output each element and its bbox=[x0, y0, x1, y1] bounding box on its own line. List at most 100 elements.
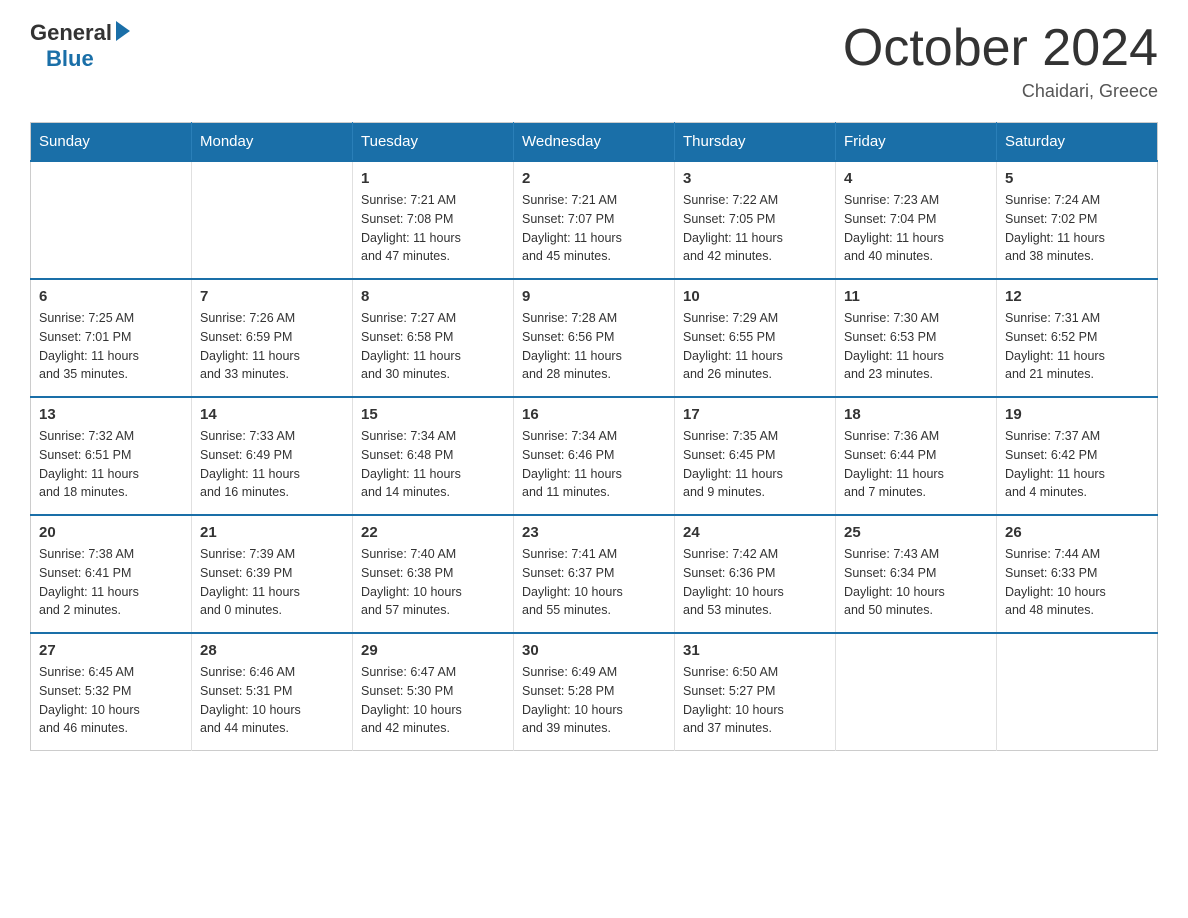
day-number: 24 bbox=[683, 524, 827, 541]
day-number: 7 bbox=[200, 288, 344, 305]
calendar-day-cell: 17Sunrise: 7:35 AM Sunset: 6:45 PM Dayli… bbox=[675, 397, 836, 515]
day-info: Sunrise: 7:34 AM Sunset: 6:46 PM Dayligh… bbox=[522, 427, 666, 502]
day-number: 16 bbox=[522, 406, 666, 423]
calendar-day-cell: 20 Sunrise: 7:38 AM Sunset: 6:41 PM Dayli… bbox=[31, 515, 192, 633]
day-number: 25 bbox=[844, 524, 988, 541]
day-info: Sunrise: 7:39 AM Sunset: 6:39 PM Dayligh… bbox=[200, 545, 344, 620]
calendar-day-cell: 10 Sunrise: 7:29 AM Sunset: 6:55 PM Dayli… bbox=[675, 279, 836, 397]
day-info: Sunrise: 7:34 AM Sunset: 6:48 PM Dayligh… bbox=[361, 427, 505, 502]
day-number: 23 bbox=[522, 524, 666, 541]
day-number: 18 bbox=[844, 406, 988, 423]
calendar-header-cell: Sunday bbox=[31, 123, 192, 162]
calendar-header-cell: Thursday bbox=[675, 123, 836, 162]
calendar-day-cell: 28Sunrise: 6:46 AM Sunset: 5:31 PM Dayli… bbox=[192, 633, 353, 751]
day-info: Sunrise: 7:37 AM Sunset: 6:42 PM Dayligh… bbox=[1005, 427, 1149, 502]
calendar-header: SundayMondayTuesdayWednesdayThursdayFrid… bbox=[31, 123, 1158, 162]
calendar-day-cell: 26Sunrise: 7:44 AM Sunset: 6:33 PM Dayli… bbox=[997, 515, 1158, 633]
calendar-header-cell: Friday bbox=[836, 123, 997, 162]
day-number: 14 bbox=[200, 406, 344, 423]
calendar-day-cell: 1Sunrise: 7:21 AM Sunset: 7:08 PM Daylig… bbox=[353, 161, 514, 279]
month-title: October 2024 bbox=[843, 20, 1158, 77]
calendar-day-cell: 30 Sunrise: 6:49 AM Sunset: 5:28 PM Dayli… bbox=[514, 633, 675, 751]
calendar-day-cell bbox=[31, 161, 192, 279]
calendar-day-cell: 8Sunrise: 7:27 AM Sunset: 6:58 PM Daylig… bbox=[353, 279, 514, 397]
calendar-day-cell: 7 Sunrise: 7:26 AM Sunset: 6:59 PM Daylig… bbox=[192, 279, 353, 397]
day-number: 10 bbox=[683, 288, 827, 305]
calendar-day-cell: 9 Sunrise: 7:28 AM Sunset: 6:56 PM Daylig… bbox=[514, 279, 675, 397]
day-number: 3 bbox=[683, 170, 827, 187]
day-info: Sunrise: 7:31 AM Sunset: 6:52 PM Dayligh… bbox=[1005, 309, 1149, 384]
day-info: Sunrise: 7:38 AM Sunset: 6:41 PM Dayligh… bbox=[39, 545, 183, 620]
calendar-day-cell: 25 Sunrise: 7:43 AM Sunset: 6:34 PM Dayli… bbox=[836, 515, 997, 633]
location-text: Chaidari, Greece bbox=[843, 81, 1158, 102]
day-number: 27 bbox=[39, 642, 183, 659]
day-info: Sunrise: 6:47 AM Sunset: 5:30 PM Dayligh… bbox=[361, 663, 505, 738]
calendar-day-cell: 6 Sunrise: 7:25 AM Sunset: 7:01 PM Daylig… bbox=[31, 279, 192, 397]
calendar-week-row: 27 Sunrise: 6:45 AM Sunset: 5:32 PM Dayli… bbox=[31, 633, 1158, 751]
day-number: 8 bbox=[361, 288, 505, 305]
day-number: 28 bbox=[200, 642, 344, 659]
day-number: 12 bbox=[1005, 288, 1149, 305]
calendar-header-cell: Tuesday bbox=[353, 123, 514, 162]
calendar-table: SundayMondayTuesdayWednesdayThursdayFrid… bbox=[30, 122, 1158, 751]
day-number: 21 bbox=[200, 524, 344, 541]
calendar-day-cell: 29Sunrise: 6:47 AM Sunset: 5:30 PM Dayli… bbox=[353, 633, 514, 751]
day-number: 31 bbox=[683, 642, 827, 659]
day-info: Sunrise: 6:49 AM Sunset: 5:28 PM Dayligh… bbox=[522, 663, 666, 738]
day-info: Sunrise: 7:21 AM Sunset: 7:07 PM Dayligh… bbox=[522, 191, 666, 266]
calendar-day-cell: 2Sunrise: 7:21 AM Sunset: 7:07 PM Daylig… bbox=[514, 161, 675, 279]
calendar-day-cell: 15 Sunrise: 7:34 AM Sunset: 6:48 PM Dayli… bbox=[353, 397, 514, 515]
day-info: Sunrise: 7:29 AM Sunset: 6:55 PM Dayligh… bbox=[683, 309, 827, 384]
day-number: 9 bbox=[522, 288, 666, 305]
day-info: Sunrise: 7:26 AM Sunset: 6:59 PM Dayligh… bbox=[200, 309, 344, 384]
day-number: 30 bbox=[522, 642, 666, 659]
calendar-day-cell: 27 Sunrise: 6:45 AM Sunset: 5:32 PM Dayli… bbox=[31, 633, 192, 751]
day-info: Sunrise: 7:23 AM Sunset: 7:04 PM Dayligh… bbox=[844, 191, 988, 266]
calendar-day-cell: 16 Sunrise: 7:34 AM Sunset: 6:46 PM Dayli… bbox=[514, 397, 675, 515]
day-info: Sunrise: 7:40 AM Sunset: 6:38 PM Dayligh… bbox=[361, 545, 505, 620]
calendar-week-row: 1Sunrise: 7:21 AM Sunset: 7:08 PM Daylig… bbox=[31, 161, 1158, 279]
logo: General Blue bbox=[30, 20, 130, 72]
calendar-day-cell: 4 Sunrise: 7:23 AM Sunset: 7:04 PM Daylig… bbox=[836, 161, 997, 279]
day-info: Sunrise: 7:33 AM Sunset: 6:49 PM Dayligh… bbox=[200, 427, 344, 502]
calendar-day-cell: 22 Sunrise: 7:40 AM Sunset: 6:38 PM Dayli… bbox=[353, 515, 514, 633]
day-number: 19 bbox=[1005, 406, 1149, 423]
page-header: General Blue October 2024 Chaidari, Gree… bbox=[30, 20, 1158, 102]
day-info: Sunrise: 7:36 AM Sunset: 6:44 PM Dayligh… bbox=[844, 427, 988, 502]
calendar-header-cell: Monday bbox=[192, 123, 353, 162]
day-info: Sunrise: 7:32 AM Sunset: 6:51 PM Dayligh… bbox=[39, 427, 183, 502]
calendar-day-cell: 31 Sunrise: 6:50 AM Sunset: 5:27 PM Dayli… bbox=[675, 633, 836, 751]
day-number: 13 bbox=[39, 406, 183, 423]
day-info: Sunrise: 7:28 AM Sunset: 6:56 PM Dayligh… bbox=[522, 309, 666, 384]
calendar-header-cell: Wednesday bbox=[514, 123, 675, 162]
calendar-day-cell bbox=[192, 161, 353, 279]
day-number: 15 bbox=[361, 406, 505, 423]
day-info: Sunrise: 6:50 AM Sunset: 5:27 PM Dayligh… bbox=[683, 663, 827, 738]
calendar-header-cell: Saturday bbox=[997, 123, 1158, 162]
day-info: Sunrise: 7:25 AM Sunset: 7:01 PM Dayligh… bbox=[39, 309, 183, 384]
day-info: Sunrise: 7:30 AM Sunset: 6:53 PM Dayligh… bbox=[844, 309, 988, 384]
calendar-week-row: 13 Sunrise: 7:32 AM Sunset: 6:51 PM Dayli… bbox=[31, 397, 1158, 515]
calendar-week-row: 20 Sunrise: 7:38 AM Sunset: 6:41 PM Dayli… bbox=[31, 515, 1158, 633]
calendar-body: 1Sunrise: 7:21 AM Sunset: 7:08 PM Daylig… bbox=[31, 161, 1158, 751]
day-info: Sunrise: 7:42 AM Sunset: 6:36 PM Dayligh… bbox=[683, 545, 827, 620]
day-number: 20 bbox=[39, 524, 183, 541]
day-number: 4 bbox=[844, 170, 988, 187]
day-info: Sunrise: 6:45 AM Sunset: 5:32 PM Dayligh… bbox=[39, 663, 183, 738]
calendar-day-cell: 13 Sunrise: 7:32 AM Sunset: 6:51 PM Dayli… bbox=[31, 397, 192, 515]
day-number: 1 bbox=[361, 170, 505, 187]
calendar-day-cell: 11Sunrise: 7:30 AM Sunset: 6:53 PM Dayli… bbox=[836, 279, 997, 397]
calendar-day-cell: 14 Sunrise: 7:33 AM Sunset: 6:49 PM Dayli… bbox=[192, 397, 353, 515]
day-number: 5 bbox=[1005, 170, 1149, 187]
calendar-day-cell: 12 Sunrise: 7:31 AM Sunset: 6:52 PM Dayli… bbox=[997, 279, 1158, 397]
calendar-day-cell bbox=[997, 633, 1158, 751]
day-number: 6 bbox=[39, 288, 183, 305]
day-info: Sunrise: 7:41 AM Sunset: 6:37 PM Dayligh… bbox=[522, 545, 666, 620]
calendar-day-cell: 5Sunrise: 7:24 AM Sunset: 7:02 PM Daylig… bbox=[997, 161, 1158, 279]
day-info: Sunrise: 7:43 AM Sunset: 6:34 PM Dayligh… bbox=[844, 545, 988, 620]
calendar-week-row: 6 Sunrise: 7:25 AM Sunset: 7:01 PM Daylig… bbox=[31, 279, 1158, 397]
day-number: 26 bbox=[1005, 524, 1149, 541]
calendar-day-cell: 18 Sunrise: 7:36 AM Sunset: 6:44 PM Dayli… bbox=[836, 397, 997, 515]
logo-general-text: General bbox=[30, 20, 112, 46]
day-number: 22 bbox=[361, 524, 505, 541]
